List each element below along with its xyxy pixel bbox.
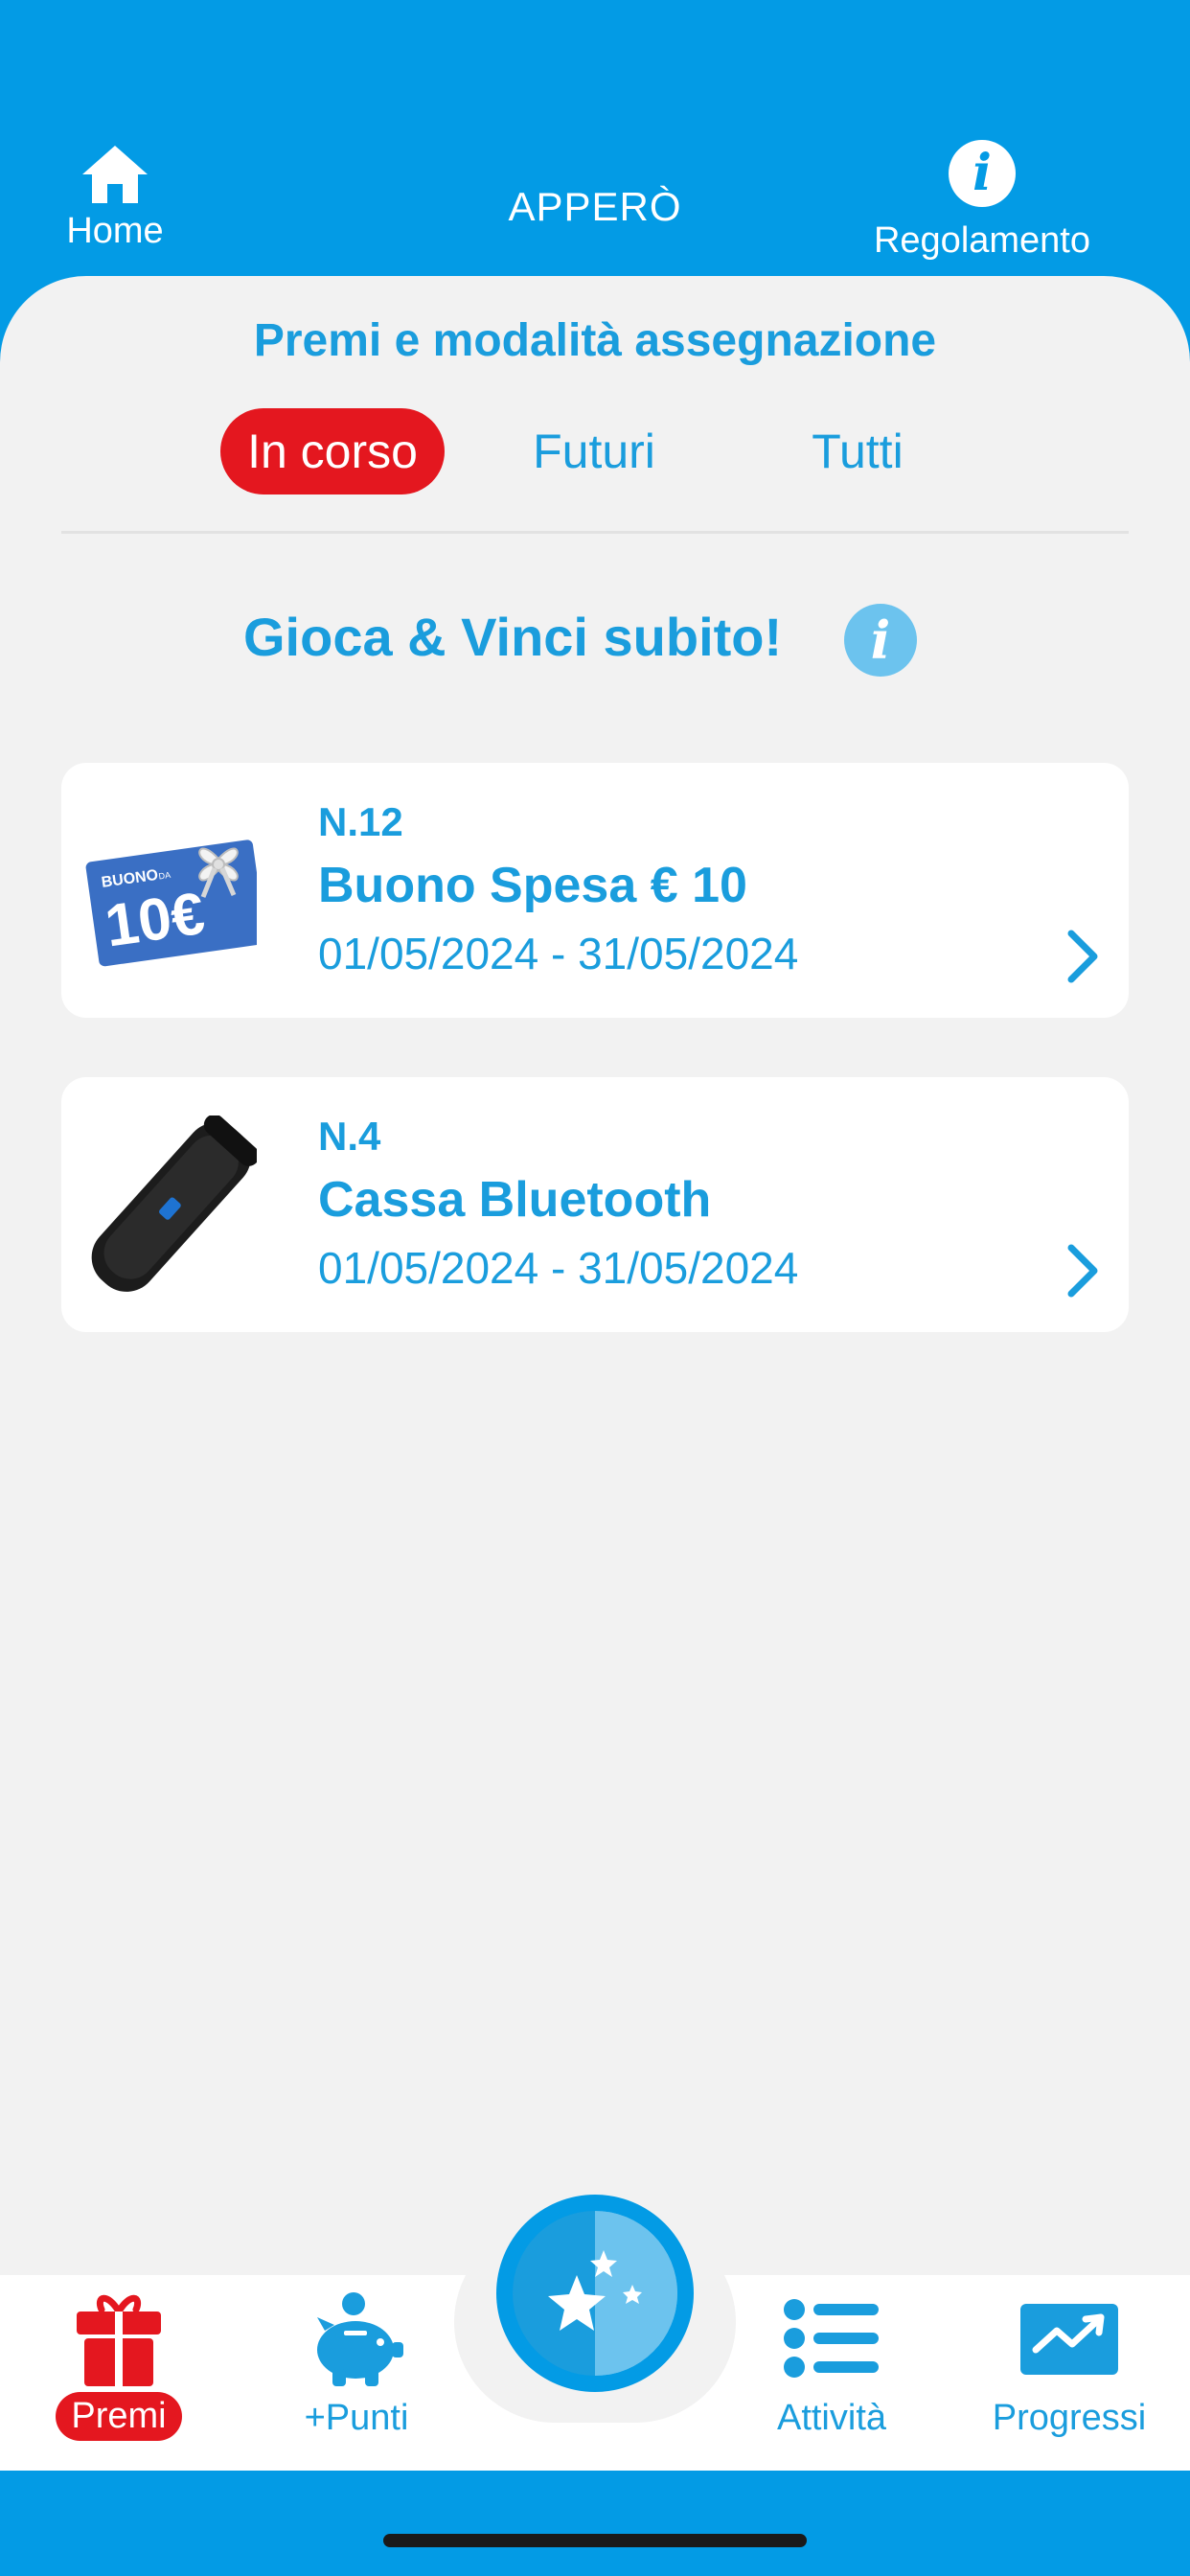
center-play-button[interactable]: [496, 2195, 694, 2392]
info-icon: i: [949, 140, 1016, 207]
tab-tutti[interactable]: Tutti: [767, 408, 949, 494]
rules-button[interactable]: i Regolamento: [853, 140, 1111, 262]
rules-label: Regolamento: [873, 220, 1091, 261]
chevron-right-icon: [1067, 1244, 1098, 1298]
stars-icon: [513, 2211, 677, 2376]
piggy-bank-icon: [317, 2292, 403, 2386]
prize-quantity: N.12: [318, 799, 403, 844]
prize-name: Cassa Bluetooth: [318, 1172, 712, 1228]
promo-title: Gioca & Vinci subito!: [243, 607, 783, 667]
promo-header: Gioca & Vinci subito! i: [0, 602, 1190, 678]
nav-progressi[interactable]: Progressi: [973, 2288, 1165, 2439]
bluetooth-speaker-image: [91, 1116, 257, 1292]
promo-info-icon[interactable]: i: [844, 604, 917, 677]
gift-icon: [77, 2294, 161, 2386]
prize-card[interactable]: BUONO DA 10€ N.12 Buono Spesa € 10 01/05…: [61, 763, 1129, 1018]
voucher-image: BUONO DA 10€: [85, 840, 257, 967]
home-indicator: [383, 2534, 807, 2547]
nav-label: Progressi: [992, 2398, 1147, 2438]
prize-dates: 01/05/2024 - 31/05/2024: [318, 1243, 799, 1293]
nav-premi[interactable]: Premi: [23, 2288, 215, 2441]
chevron-right-icon: [1067, 930, 1098, 983]
divider: [61, 531, 1129, 534]
main-content: Premi e modalità assegnazione In corso F…: [0, 276, 1190, 2277]
trend-chart-icon: [1020, 2304, 1118, 2375]
tab-in-corso[interactable]: In corso: [220, 408, 445, 494]
nav-label: Attività: [776, 2398, 887, 2438]
tab-bar: In corso Futuri Tutti: [0, 408, 1190, 494]
app-header: Home APPERÒ i Regolamento: [0, 0, 1190, 316]
svg-text:DA: DA: [158, 870, 172, 882]
nav-attivita[interactable]: Attività: [736, 2288, 927, 2439]
list-icon: [784, 2299, 879, 2378]
svg-text:10€: 10€: [102, 881, 209, 960]
nav-label: Premi: [56, 2392, 182, 2441]
prize-name: Buono Spesa € 10: [318, 858, 747, 913]
nav-punti[interactable]: +Punti: [261, 2288, 452, 2439]
prize-quantity: N.4: [318, 1114, 381, 1159]
prize-dates: 01/05/2024 - 31/05/2024: [318, 929, 799, 978]
nav-label: +Punti: [304, 2398, 409, 2438]
tab-futuri[interactable]: Futuri: [498, 408, 690, 494]
section-title: Premi e modalità assegnazione: [253, 315, 937, 366]
prize-card[interactable]: N.4 Cassa Bluetooth 01/05/2024 - 31/05/2…: [61, 1077, 1129, 1332]
